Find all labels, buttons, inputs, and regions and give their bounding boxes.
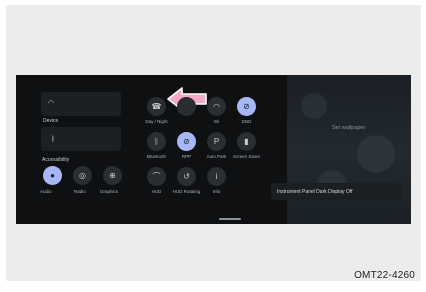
bluetooth-tile[interactable]: ᛒ xyxy=(41,127,121,151)
hud-rotate-icon: ↺ xyxy=(183,171,190,181)
background-blur xyxy=(301,93,327,119)
quick-toggle-label: HUD xyxy=(151,189,162,194)
quick-toggle-label: Auto Park xyxy=(206,154,227,159)
figure-background: ◠ Device ᛒ Accessibility ● Audio ◎ Radio… xyxy=(6,5,421,281)
graphics-toggle[interactable]: ⊕ xyxy=(103,166,122,185)
mic-icon: ● xyxy=(50,170,55,180)
wallpaper-panel[interactable]: Set wallpaper xyxy=(287,75,411,224)
info-icon: i xyxy=(215,171,218,181)
lock-icon: ▮ xyxy=(244,136,249,146)
wifi-icon: ◠ xyxy=(213,101,220,111)
hud-icon: ⌒ xyxy=(152,171,161,181)
banner-text: Instrument Panel Dark Display Off xyxy=(277,189,353,195)
home-indicator[interactable] xyxy=(219,218,241,220)
status-banner[interactable]: Instrument Panel Dark Display Off xyxy=(271,183,401,200)
section-label: Accessibility xyxy=(42,157,70,163)
quick-toggle-4[interactable]: ᛒ xyxy=(147,132,166,151)
quick-toggle-7[interactable]: ▮ xyxy=(237,132,256,151)
wifi-tile[interactable]: ◠ xyxy=(41,92,121,116)
audio-toggle[interactable]: ● xyxy=(43,166,62,185)
device-label: Device xyxy=(43,118,59,124)
graphics-label: Graphics xyxy=(100,189,119,194)
audio-label: Audio xyxy=(40,189,52,194)
dnd-icon: ⊘ xyxy=(243,101,250,111)
radio-toggle[interactable]: ◎ xyxy=(73,166,92,185)
background-blur xyxy=(357,135,395,173)
quick-toggle-label: Bluetooth xyxy=(146,154,166,159)
quick-toggle-5[interactable]: ⊘ xyxy=(177,132,196,151)
figure-code: OMT22-4260 xyxy=(354,270,415,281)
bluetooth-icon: ᛒ xyxy=(51,136,56,143)
radio-icon: ◎ xyxy=(79,170,86,180)
park-icon: P xyxy=(213,136,220,146)
quick-toggle-10[interactable]: i xyxy=(207,167,226,186)
quick-toggle-0[interactable]: ☎ xyxy=(147,97,166,116)
bluetooth-icon: ᛒ xyxy=(154,136,159,146)
dnd-icon: ⊘ xyxy=(183,136,190,146)
quick-toggle-3[interactable]: ⊘ xyxy=(237,97,256,116)
quick-toggle-1[interactable] xyxy=(177,97,196,116)
quick-toggle-label: Day / Night xyxy=(145,119,168,124)
quick-toggle-8[interactable]: ⌒ xyxy=(147,167,166,186)
infotainment-screen: ◠ Device ᛒ Accessibility ● Audio ◎ Radio… xyxy=(16,75,411,224)
quick-toggle-label: DND xyxy=(241,119,252,124)
wifi-icon: ◠ xyxy=(48,100,55,107)
radio-label: Radio xyxy=(74,189,86,194)
quick-toggle-6[interactable]: P xyxy=(207,132,226,151)
quick-toggle-2[interactable]: ◠ xyxy=(207,97,226,116)
quick-toggle-9[interactable]: ↺ xyxy=(177,167,196,186)
game-icon: ⊕ xyxy=(109,170,116,180)
quick-toggle-label: Screen Saver xyxy=(232,154,261,159)
quick-toggle-label: Info xyxy=(212,189,221,194)
phone-icon: ☎ xyxy=(151,101,162,111)
quick-toggle-label: HUD Rotating xyxy=(172,189,201,194)
quick-toggle-label: Wi xyxy=(213,119,220,124)
wallpaper-label: Set wallpaper xyxy=(332,125,366,131)
quick-toggle-label: RPP xyxy=(181,154,192,159)
